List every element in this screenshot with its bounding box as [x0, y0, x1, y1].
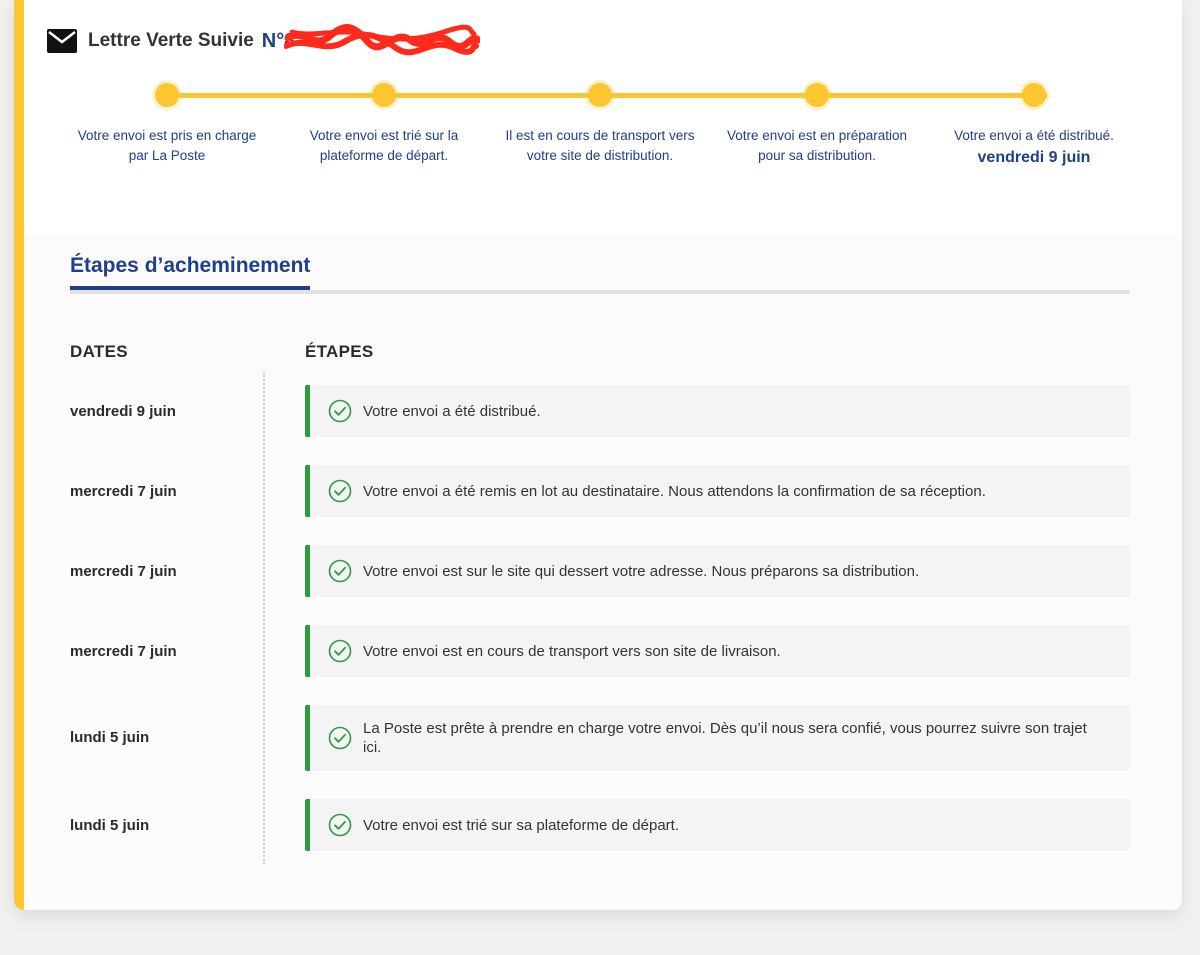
step-label-3: Il est en cours de transport vers votre …: [505, 128, 695, 163]
shipment-header: Lettre Verte Suivie N°8: [47, 23, 480, 56]
check-circle-icon: [328, 813, 352, 837]
event-text: Votre envoi a été remis en lot au destin…: [363, 482, 986, 500]
tab-divider: [70, 290, 1130, 294]
event-row: La Poste est prête à prendre en charge v…: [305, 705, 1130, 771]
step-label-5: Votre envoi a été distribué. vendredi 9 …: [934, 126, 1134, 168]
dates-column-header: DATES: [70, 342, 128, 361]
redaction-scribble: [283, 23, 480, 55]
envelope-icon: [47, 29, 77, 53]
step-dot-1: [155, 83, 179, 107]
event-text: Votre envoi est sur le site qui dessert …: [363, 562, 920, 580]
event-date: mercredi 7 juin: [70, 642, 177, 660]
event-row: Votre envoi est sur le site qui dessert …: [305, 545, 1130, 597]
check-circle-icon: [328, 479, 352, 503]
check-circle-icon: [328, 639, 352, 663]
event-row: Votre envoi a été distribué.: [305, 385, 1130, 437]
event-row: Votre envoi est en cours de transport ve…: [305, 625, 1130, 677]
step-label-2: Votre envoi est trié sur la plateforme d…: [309, 128, 459, 163]
steps-column-header: ÉTAPES: [305, 342, 374, 361]
event-date: mercredi 7 juin: [70, 482, 177, 500]
step-dot-2: [372, 83, 396, 107]
tab-etapes-acheminement[interactable]: Étapes d’acheminement: [70, 254, 311, 290]
event-row: Votre envoi est trié sur sa plateforme d…: [305, 799, 1130, 851]
event-date: lundi 5 juin: [70, 728, 150, 746]
accent-bar: [14, 0, 24, 910]
event-date: lundi 5 juin: [70, 816, 150, 834]
product-name: Lettre Verte Suivie: [88, 30, 254, 51]
step-label-4: Votre envoi est en préparation pour sa d…: [726, 128, 908, 163]
event-date: vendredi 9 juin: [70, 402, 176, 420]
check-circle-icon: [328, 399, 352, 423]
event-text: Votre envoi est trié sur sa plateforme d…: [363, 816, 680, 834]
tracking-card: Lettre Verte Suivie N°8 Votre envoi est …: [14, 0, 1182, 910]
tracking-number: N°8: [262, 23, 480, 55]
event-text: Votre envoi a été distribué.: [363, 402, 541, 420]
event-text: Votre envoi est en cours de transport ve…: [363, 642, 781, 660]
check-circle-icon: [328, 726, 352, 750]
event-text: La Poste est prête à prendre en charge v…: [363, 720, 1087, 756]
event-date: mercredi 7 juin: [70, 562, 177, 580]
step-label-5-text: Votre envoi a été distribué.: [954, 128, 1114, 143]
event-row: Votre envoi a été remis en lot au destin…: [305, 465, 1130, 517]
delivery-date: vendredi 9 juin: [977, 149, 1091, 166]
column-separator: [263, 372, 265, 864]
step-dot-5: [1022, 83, 1046, 107]
step-label-1: Votre envoi est pris en charge par La Po…: [77, 128, 257, 163]
step-dot-3: [588, 83, 612, 107]
check-circle-icon: [328, 559, 352, 583]
step-dot-4: [805, 83, 829, 107]
